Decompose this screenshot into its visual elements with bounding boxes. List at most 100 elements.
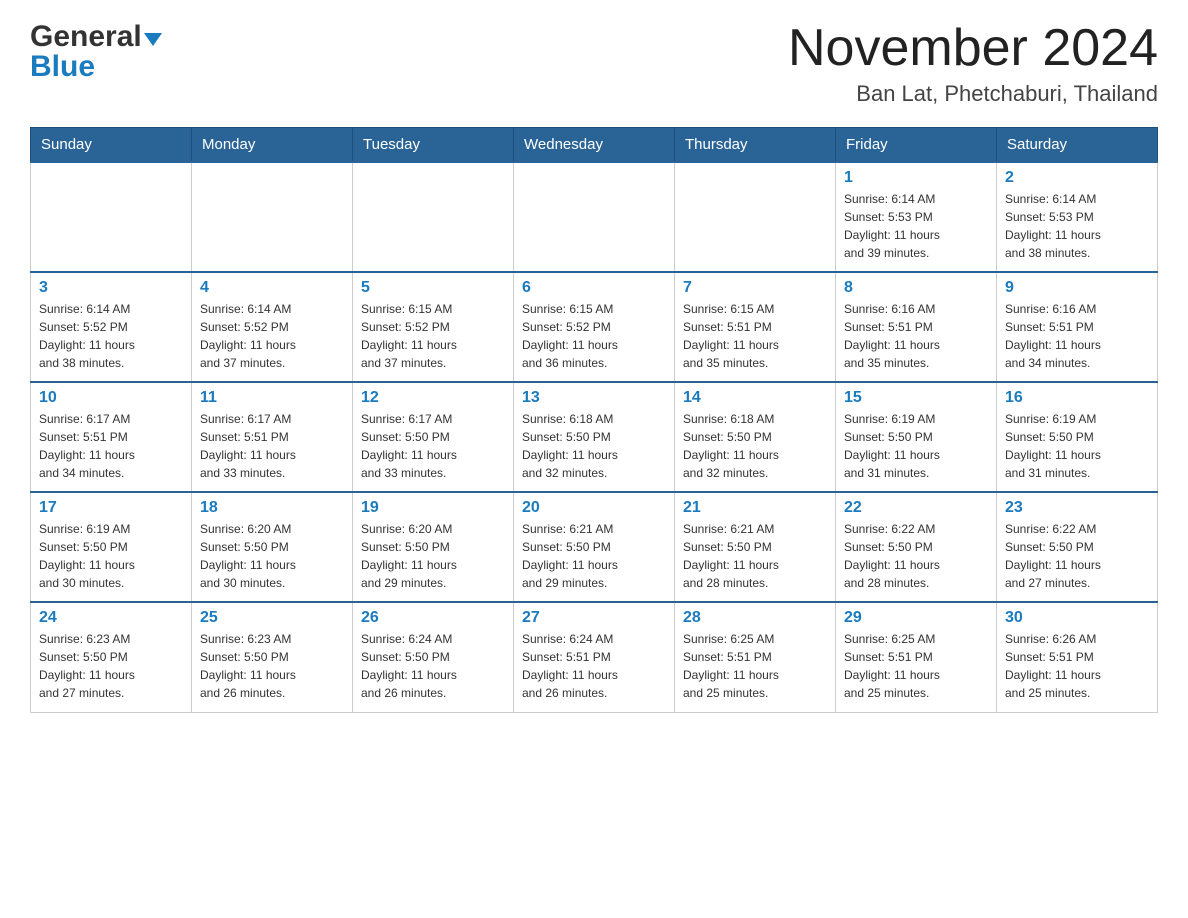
day-cell: 28 Sunrise: 6:25 AM Sunset: 5:51 PM Dayli…	[675, 602, 836, 712]
day-number: 3	[39, 279, 183, 297]
day-number: 24	[39, 609, 183, 627]
day-number: 7	[683, 279, 827, 297]
day-cell: 17 Sunrise: 6:19 AM Sunset: 5:50 PM Dayli…	[31, 492, 192, 602]
day-header-sunday: Sunday	[31, 128, 192, 163]
logo-general-text: General	[30, 20, 142, 54]
day-info: Sunrise: 6:24 AM Sunset: 5:50 PM Dayligh…	[361, 630, 505, 702]
logo-line1: General	[30, 20, 162, 54]
day-info: Sunrise: 6:22 AM Sunset: 5:50 PM Dayligh…	[1005, 520, 1149, 592]
day-cell: 15 Sunrise: 6:19 AM Sunset: 5:50 PM Dayli…	[836, 382, 997, 492]
day-cell: 19Sunrise: 6:20 AM Sunset: 5:50 PM Dayli…	[353, 492, 514, 602]
day-number: 11	[200, 389, 344, 407]
day-info: Sunrise: 6:14 AM Sunset: 5:52 PM Dayligh…	[200, 300, 344, 372]
day-header-saturday: Saturday	[997, 128, 1158, 163]
week-row-3: 10Sunrise: 6:17 AM Sunset: 5:51 PM Dayli…	[31, 382, 1158, 492]
day-number: 13	[522, 389, 666, 407]
day-cell: 5 Sunrise: 6:15 AM Sunset: 5:52 PM Daylig…	[353, 272, 514, 382]
day-cell	[192, 162, 353, 272]
day-number: 5	[361, 279, 505, 297]
day-number: 25	[200, 609, 344, 627]
day-cell: 27Sunrise: 6:24 AM Sunset: 5:51 PM Dayli…	[514, 602, 675, 712]
day-info: Sunrise: 6:20 AM Sunset: 5:50 PM Dayligh…	[200, 520, 344, 592]
logo-arrow-icon	[144, 33, 162, 46]
day-cell: 4 Sunrise: 6:14 AM Sunset: 5:52 PM Daylig…	[192, 272, 353, 382]
day-number: 2	[1005, 169, 1149, 187]
day-cell: 26 Sunrise: 6:24 AM Sunset: 5:50 PM Dayli…	[353, 602, 514, 712]
day-number: 27	[522, 609, 666, 627]
day-number: 28	[683, 609, 827, 627]
day-number: 17	[39, 499, 183, 517]
day-info: Sunrise: 6:19 AM Sunset: 5:50 PM Dayligh…	[1005, 410, 1149, 482]
day-info: Sunrise: 6:19 AM Sunset: 5:50 PM Dayligh…	[844, 410, 988, 482]
day-number: 6	[522, 279, 666, 297]
day-cell: 13 Sunrise: 6:18 AM Sunset: 5:50 PM Dayli…	[514, 382, 675, 492]
day-cell: 25Sunrise: 6:23 AM Sunset: 5:50 PM Dayli…	[192, 602, 353, 712]
day-info: Sunrise: 6:15 AM Sunset: 5:51 PM Dayligh…	[683, 300, 827, 372]
day-number: 18	[200, 499, 344, 517]
day-cell: 29Sunrise: 6:25 AM Sunset: 5:51 PM Dayli…	[836, 602, 997, 712]
day-header-monday: Monday	[192, 128, 353, 163]
day-number: 22	[844, 499, 988, 517]
day-info: Sunrise: 6:14 AM Sunset: 5:53 PM Dayligh…	[1005, 190, 1149, 262]
day-number: 14	[683, 389, 827, 407]
day-number: 9	[1005, 279, 1149, 297]
day-cell: 7 Sunrise: 6:15 AM Sunset: 5:51 PM Daylig…	[675, 272, 836, 382]
day-info: Sunrise: 6:14 AM Sunset: 5:53 PM Dayligh…	[844, 190, 988, 262]
day-cell: 2 Sunrise: 6:14 AM Sunset: 5:53 PM Daylig…	[997, 162, 1158, 272]
day-cell: 14 Sunrise: 6:18 AM Sunset: 5:50 PM Dayli…	[675, 382, 836, 492]
day-cell: 20 Sunrise: 6:21 AM Sunset: 5:50 PM Dayli…	[514, 492, 675, 602]
day-cell	[353, 162, 514, 272]
day-cell: 1 Sunrise: 6:14 AM Sunset: 5:53 PM Daylig…	[836, 162, 997, 272]
day-cell: 3 Sunrise: 6:14 AM Sunset: 5:52 PM Daylig…	[31, 272, 192, 382]
day-header-wednesday: Wednesday	[514, 128, 675, 163]
day-number: 21	[683, 499, 827, 517]
day-number: 30	[1005, 609, 1149, 627]
day-number: 23	[1005, 499, 1149, 517]
day-header-thursday: Thursday	[675, 128, 836, 163]
logo-blue-text: Blue	[30, 50, 162, 84]
day-number: 16	[1005, 389, 1149, 407]
day-info: Sunrise: 6:25 AM Sunset: 5:51 PM Dayligh…	[683, 630, 827, 702]
day-cell: 11 Sunrise: 6:17 AM Sunset: 5:51 PM Dayli…	[192, 382, 353, 492]
day-cell: 22 Sunrise: 6:22 AM Sunset: 5:50 PM Dayli…	[836, 492, 997, 602]
day-info: Sunrise: 6:17 AM Sunset: 5:50 PM Dayligh…	[361, 410, 505, 482]
day-header-tuesday: Tuesday	[353, 128, 514, 163]
day-info: Sunrise: 6:16 AM Sunset: 5:51 PM Dayligh…	[844, 300, 988, 372]
day-info: Sunrise: 6:25 AM Sunset: 5:51 PM Dayligh…	[844, 630, 988, 702]
day-number: 15	[844, 389, 988, 407]
day-cell: 21 Sunrise: 6:21 AM Sunset: 5:50 PM Dayli…	[675, 492, 836, 602]
day-info: Sunrise: 6:15 AM Sunset: 5:52 PM Dayligh…	[361, 300, 505, 372]
day-cell: 23 Sunrise: 6:22 AM Sunset: 5:50 PM Dayli…	[997, 492, 1158, 602]
day-cell: 12Sunrise: 6:17 AM Sunset: 5:50 PM Dayli…	[353, 382, 514, 492]
calendar-table: SundayMondayTuesdayWednesdayThursdayFrid…	[30, 127, 1158, 713]
day-cell: 9Sunrise: 6:16 AM Sunset: 5:51 PM Daylig…	[997, 272, 1158, 382]
day-cell: 30 Sunrise: 6:26 AM Sunset: 5:51 PM Dayli…	[997, 602, 1158, 712]
day-info: Sunrise: 6:18 AM Sunset: 5:50 PM Dayligh…	[683, 410, 827, 482]
day-header-friday: Friday	[836, 128, 997, 163]
week-row-5: 24 Sunrise: 6:23 AM Sunset: 5:50 PM Dayli…	[31, 602, 1158, 712]
day-info: Sunrise: 6:19 AM Sunset: 5:50 PM Dayligh…	[39, 520, 183, 592]
day-number: 8	[844, 279, 988, 297]
page-header: General Blue November 2024 Ban Lat, Phet…	[30, 20, 1158, 107]
title-area: November 2024 Ban Lat, Phetchaburi, Thai…	[788, 20, 1158, 107]
header-row: SundayMondayTuesdayWednesdayThursdayFrid…	[31, 128, 1158, 163]
week-row-1: 1 Sunrise: 6:14 AM Sunset: 5:53 PM Daylig…	[31, 162, 1158, 272]
day-info: Sunrise: 6:14 AM Sunset: 5:52 PM Dayligh…	[39, 300, 183, 372]
day-info: Sunrise: 6:23 AM Sunset: 5:50 PM Dayligh…	[39, 630, 183, 702]
day-cell	[675, 162, 836, 272]
day-number: 1	[844, 169, 988, 187]
day-cell	[514, 162, 675, 272]
day-info: Sunrise: 6:17 AM Sunset: 5:51 PM Dayligh…	[200, 410, 344, 482]
day-info: Sunrise: 6:22 AM Sunset: 5:50 PM Dayligh…	[844, 520, 988, 592]
day-info: Sunrise: 6:26 AM Sunset: 5:51 PM Dayligh…	[1005, 630, 1149, 702]
day-number: 4	[200, 279, 344, 297]
day-cell: 10Sunrise: 6:17 AM Sunset: 5:51 PM Dayli…	[31, 382, 192, 492]
day-cell: 6Sunrise: 6:15 AM Sunset: 5:52 PM Daylig…	[514, 272, 675, 382]
day-info: Sunrise: 6:18 AM Sunset: 5:50 PM Dayligh…	[522, 410, 666, 482]
day-info: Sunrise: 6:21 AM Sunset: 5:50 PM Dayligh…	[522, 520, 666, 592]
day-number: 26	[361, 609, 505, 627]
week-row-4: 17 Sunrise: 6:19 AM Sunset: 5:50 PM Dayli…	[31, 492, 1158, 602]
day-number: 20	[522, 499, 666, 517]
day-cell: 18 Sunrise: 6:20 AM Sunset: 5:50 PM Dayli…	[192, 492, 353, 602]
day-info: Sunrise: 6:21 AM Sunset: 5:50 PM Dayligh…	[683, 520, 827, 592]
